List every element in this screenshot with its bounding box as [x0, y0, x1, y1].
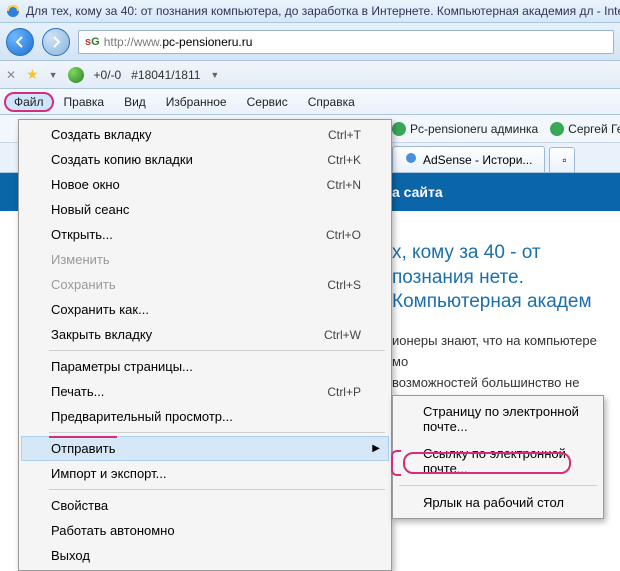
menu-view[interactable]: Вид — [114, 92, 156, 112]
favorite-link[interactable]: Pc-pensioneru админка — [392, 122, 538, 136]
address-bar[interactable]: sG http://www.pc-pensioneru.ru — [78, 30, 614, 54]
window-title: Для тех, кому за 40: от познания компьют… — [26, 4, 620, 18]
submenu-item-shortcut-desktop[interactable]: Ярлык на рабочий стол — [395, 489, 601, 516]
menu-item-new-tab[interactable]: Создать вкладкуCtrl+T — [21, 122, 389, 147]
close-icon[interactable]: ✕ — [6, 68, 16, 82]
zoom-indicator: +0/-0 — [94, 68, 122, 82]
menu-item-duplicate-tab[interactable]: Создать копию вкладкиCtrl+K — [21, 147, 389, 172]
menu-item-properties[interactable]: Свойства — [21, 493, 389, 518]
favorite-link[interactable]: Сергей Гео — [550, 122, 620, 136]
menu-item-edit: Изменить — [21, 247, 389, 272]
menu-item-work-offline[interactable]: Работать автономно — [21, 518, 389, 543]
tab-adsense[interactable]: AdSense - Истори... — [392, 146, 545, 172]
file-menu-dropdown: Создать вкладкуCtrl+T Создать копию вкла… — [18, 119, 392, 571]
menu-item-import-export[interactable]: Импорт и экспорт... — [21, 461, 389, 486]
new-tab-button[interactable]: ▫ — [549, 147, 575, 172]
menu-item-new-window[interactable]: Новое окноCtrl+N — [21, 172, 389, 197]
menu-item-save: СохранитьCtrl+S — [21, 272, 389, 297]
favicon-icon: sG — [85, 36, 100, 48]
submenu-arrow-icon: ▶ — [372, 443, 380, 454]
menu-favorites[interactable]: Избранное — [156, 92, 237, 112]
tools-row: ✕ ★ ▼ +0/-0 #18041/1811 ▼ — [0, 61, 620, 89]
back-button[interactable] — [6, 28, 34, 56]
blank-tab-icon: ▫ — [562, 153, 566, 167]
menu-help[interactable]: Справка — [298, 92, 365, 112]
favorites-star-icon[interactable]: ★ — [26, 66, 39, 83]
menu-edit[interactable]: Правка — [54, 92, 115, 112]
menu-item-page-setup[interactable]: Параметры страницы... — [21, 354, 389, 379]
address-url: http://www.pc-pensioneru.ru — [104, 35, 253, 49]
globe-icon — [405, 152, 417, 167]
menu-separator — [49, 350, 385, 351]
submenu-item-page-email[interactable]: Страницу по электронной почте... — [395, 398, 601, 440]
menu-item-print-preview[interactable]: Предварительный просмотр... — [21, 404, 389, 429]
menu-item-open[interactable]: Открыть...Ctrl+O — [21, 222, 389, 247]
tab-label: AdSense - Истори... — [423, 153, 532, 167]
page-paragraph: ионеры знают, что на компьютере мо — [392, 331, 612, 373]
annotation-mark — [391, 450, 401, 476]
dropdown-chevron-icon[interactable]: ▼ — [49, 70, 58, 80]
menu-item-exit[interactable]: Выход — [21, 543, 389, 568]
ie-icon — [6, 4, 20, 18]
menu-item-new-session[interactable]: Новый сеанс — [21, 197, 389, 222]
site-icon — [550, 122, 564, 136]
menu-tools[interactable]: Сервис — [237, 92, 298, 112]
menu-item-close-tab[interactable]: Закрыть вкладкуCtrl+W — [21, 322, 389, 347]
nav-row: sG http://www.pc-pensioneru.ru — [0, 23, 620, 61]
menu-bar: Файл Правка Вид Избранное Сервис Справка — [0, 89, 620, 115]
annotation-underline — [49, 436, 117, 438]
titlebar: Для тех, кому за 40: от познания компьют… — [0, 0, 620, 23]
forward-button[interactable] — [42, 28, 70, 56]
menu-item-save-as[interactable]: Сохранить как... — [21, 297, 389, 322]
send-submenu: Страницу по электронной почте... Ссылку … — [392, 395, 604, 519]
page-title: х, кому за 40 - от познания нете. Компью… — [392, 241, 612, 315]
submenu-item-link-email[interactable]: Ссылку по электронной почте... — [395, 440, 601, 482]
dropdown-chevron-icon[interactable]: ▼ — [210, 70, 219, 80]
menu-item-print[interactable]: Печать...Ctrl+P — [21, 379, 389, 404]
menu-item-send[interactable]: Отправить ▶ — [21, 436, 389, 461]
site-icon — [392, 122, 406, 136]
globe-icon[interactable] — [68, 67, 84, 83]
menu-separator — [49, 489, 385, 490]
menu-separator — [399, 485, 597, 486]
counter-indicator: #18041/1811 — [131, 68, 200, 82]
menu-separator — [49, 432, 385, 433]
menu-file[interactable]: Файл — [4, 92, 54, 112]
